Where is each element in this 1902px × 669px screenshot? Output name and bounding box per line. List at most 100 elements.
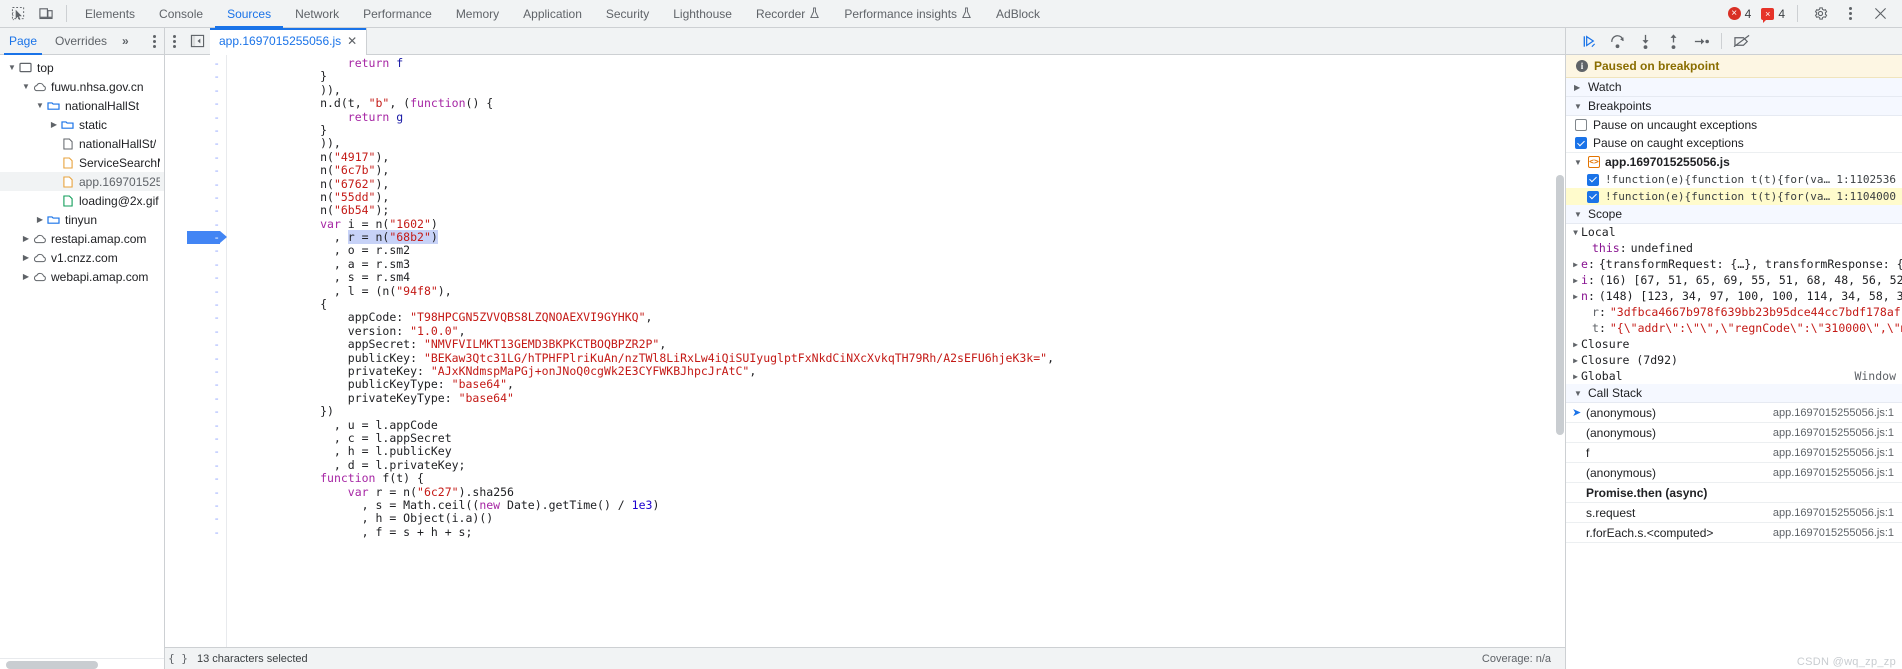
show-navigator-icon[interactable] (184, 28, 210, 55)
line-number[interactable]: - (187, 164, 220, 177)
code-line[interactable]: return f (237, 56, 1565, 70)
code-line[interactable]: , f = s + h + s; (237, 525, 1565, 539)
panel-tab-security[interactable]: Security (594, 0, 661, 28)
line-number[interactable]: - (187, 84, 220, 97)
panel-tab-elements[interactable]: Elements (73, 0, 147, 28)
breakpoint-item[interactable]: !function(e){function t(t){for(var n,i,o… (1566, 188, 1902, 205)
line-number[interactable]: - (187, 419, 220, 432)
code-line[interactable]: n("55dd"), (237, 190, 1565, 204)
code-line[interactable]: n("6762"), (237, 177, 1565, 191)
pause-caught-exceptions-row[interactable]: Pause on caught exceptions (1566, 134, 1902, 152)
line-number[interactable]: - (187, 472, 220, 485)
scope-row[interactable]: ▶ Closure (1566, 336, 1902, 352)
code-line[interactable]: appSecret: "NMVFVILMKT13GEMD3BKPKCTBOQBP… (237, 338, 1565, 351)
code-line[interactable]: , c = l.appSecret (237, 431, 1565, 445)
chevron-down-icon[interactable]: ▼ (1570, 228, 1581, 237)
panel-tab-memory[interactable]: Memory (444, 0, 511, 28)
code-line[interactable]: , o = r.sm2 (237, 244, 1565, 257)
chevron-right-icon[interactable]: ▶ (48, 115, 60, 134)
chevron-right-icon[interactable]: ▶ (1570, 340, 1581, 349)
call-stack-frame[interactable]: s.request app.1697015255056.js:1 (1566, 503, 1902, 523)
tree-item-app-16970152550[interactable]: ▶app.16970152550 (0, 172, 164, 191)
code-line[interactable]: , s = r.sm4 (237, 271, 1565, 284)
chevron-right-icon[interactable]: ▶ (1570, 372, 1581, 381)
editor-file-tab[interactable]: app.1697015255056.js ✕ (210, 27, 368, 55)
line-number[interactable]: - (187, 231, 227, 245)
tree-item-tinyun[interactable]: ▶ tinyun (0, 210, 164, 229)
code-line[interactable]: }) (237, 404, 1565, 418)
panel-tab-adblock[interactable]: AdBlock (984, 0, 1052, 28)
scope-row[interactable]: ▶ Closure (7d92) (1566, 352, 1902, 368)
code-line[interactable]: } (237, 70, 1565, 83)
code-line[interactable]: n("6b54"); (237, 204, 1565, 217)
code-line[interactable]: appCode: "T98HPCGN5ZVVQBS8LZQNOAEXVI9GYH… (237, 311, 1565, 324)
scope-row[interactable]: ▶t:"{\"addr\":\"\",\"regnCode\":\"310000… (1566, 320, 1902, 336)
scope-row[interactable]: ▶ Global Window (1566, 368, 1902, 384)
breakpoint-file-group[interactable]: ▼ <> app.1697015255056.js (1566, 152, 1902, 171)
panel-tab-performance-insights[interactable]: Performance insights (832, 0, 984, 28)
chevron-right-icon[interactable]: ▶ (1570, 260, 1581, 269)
call-stack-frame[interactable]: ➤ (anonymous) app.1697015255056.js:1 (1566, 403, 1902, 423)
tree-item-loading-2x-gif[interactable]: ▶loading@2x.gif (0, 191, 164, 210)
code-line[interactable]: , h = l.publicKey (237, 445, 1565, 458)
code-line[interactable]: var r = n("6c27").sha256 (237, 485, 1565, 499)
gear-icon[interactable] (1806, 1, 1834, 27)
step-into-icon[interactable] (1632, 29, 1658, 53)
scope-row[interactable]: ▶ n: (148) [123, 34, 97, 100, 100, 114, 34… (1566, 288, 1902, 304)
call-stack-frame[interactable]: r.forEach.s.<computed> app.1697015255056.… (1566, 523, 1902, 543)
line-number[interactable]: - (187, 432, 220, 445)
line-number[interactable]: - (187, 204, 220, 217)
code-line[interactable]: n("4917"), (237, 150, 1565, 164)
code-line[interactable]: , d = l.privateKey; (237, 458, 1565, 472)
navigator-more-options-icon[interactable] (145, 34, 164, 48)
tree-item-restapi-amap-com[interactable]: ▶ restapi.amap.com (0, 229, 164, 248)
code-line[interactable]: } (237, 123, 1565, 137)
panel-tab-application[interactable]: Application (511, 0, 594, 28)
editor-more-options-icon[interactable] (165, 34, 184, 48)
panel-tab-recorder[interactable]: Recorder (744, 0, 832, 28)
call-stack-frame[interactable]: f app.1697015255056.js:1 (1566, 443, 1902, 463)
chevron-right-icon[interactable]: ▶ (1570, 276, 1581, 285)
tree-item-nationalhallst[interactable]: ▼ nationalHallSt (0, 96, 164, 115)
tree-item-v1-cnzz-com[interactable]: ▶ v1.cnzz.com (0, 248, 164, 267)
code-line[interactable]: , s = Math.ceil((new Date).getTime() / 1… (237, 498, 1565, 512)
line-number[interactable]: - (187, 352, 220, 365)
more-vertical-icon[interactable] (1836, 1, 1864, 27)
editor-scroll-thumb[interactable] (1556, 175, 1564, 435)
line-number[interactable]: - (187, 178, 220, 191)
code-line[interactable]: )), (237, 137, 1565, 150)
line-number[interactable]: - (187, 311, 220, 324)
code-line[interactable]: privateKey: "AJxKNdmspMaPGj+onJNoQ0cgWk2… (237, 364, 1565, 378)
scope-row[interactable]: ▼ Local (1566, 224, 1902, 240)
line-number[interactable]: - (187, 57, 220, 70)
line-number[interactable]: - (187, 124, 220, 137)
chevron-right-icon[interactable]: ▶ (34, 210, 46, 229)
line-number[interactable]: - (187, 258, 220, 271)
code-line[interactable]: var i = n("1602") (237, 217, 1565, 231)
line-number[interactable]: - (187, 445, 220, 458)
code-line[interactable]: { (237, 297, 1565, 311)
pause-uncaught-checkbox[interactable] (1575, 119, 1587, 131)
line-number[interactable]: - (187, 70, 220, 83)
panel-tab-network[interactable]: Network (283, 0, 351, 28)
watch-section-header[interactable]: ▶ Watch (1566, 78, 1902, 97)
editor-vertical-scrollbar[interactable] (1555, 55, 1565, 647)
navigator-scroll-thumb[interactable] (6, 660, 98, 669)
chevron-right-icon[interactable]: ▶ (20, 248, 32, 267)
step-over-icon[interactable] (1604, 29, 1630, 53)
line-number[interactable]: - (187, 191, 220, 204)
code-line[interactable]: n.d(t, "b", (function() { (237, 96, 1565, 110)
code-line[interactable]: publicKeyType: "base64", (237, 378, 1565, 391)
code-line[interactable]: return g (237, 110, 1565, 124)
chevron-right-icon[interactable]: ▶ (1570, 356, 1581, 365)
pause-caught-checkbox[interactable] (1575, 137, 1587, 149)
code-line[interactable]: , h = Object(i.a)() (237, 512, 1565, 525)
code-line[interactable]: publicKey: "BEKaw3Qtc31LG/hTPHFPlriKuAn/… (237, 351, 1565, 365)
line-number[interactable]: - (187, 486, 220, 499)
line-number[interactable]: - (187, 244, 220, 257)
chevron-right-icon[interactable]: ▶ (1570, 292, 1581, 301)
code-line[interactable]: , l = (n("94f8"), (237, 284, 1565, 298)
code-line[interactable]: , u = l.appCode (237, 418, 1565, 432)
breakpoint-checkbox[interactable] (1587, 173, 1599, 186)
code-line[interactable]: n("6c7b"), (237, 163, 1565, 177)
